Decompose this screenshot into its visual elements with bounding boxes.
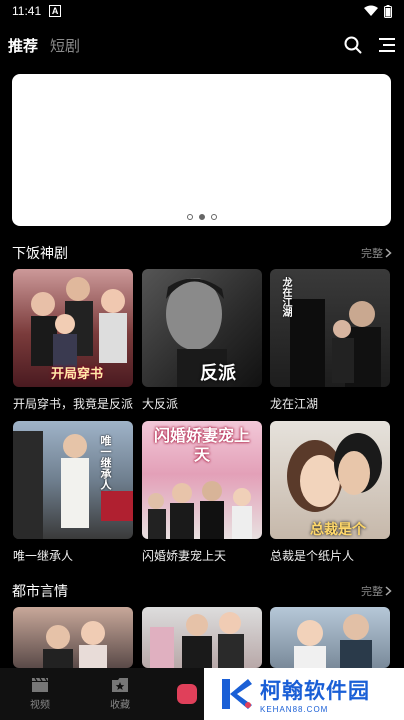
wifi-icon: [364, 5, 378, 16]
bottom-nav-video[interactable]: 视频: [0, 668, 80, 720]
menu-icon[interactable]: [378, 37, 396, 53]
tab-short-drama[interactable]: 短剧: [50, 35, 80, 56]
status-time: 11:41: [12, 4, 42, 18]
poster-title-text: 总裁是个: [310, 521, 366, 537]
battery-icon: [384, 4, 392, 18]
more-label: 完整: [361, 586, 383, 598]
bottom-nav-favorites[interactable]: 收藏: [80, 668, 160, 720]
tab-recommend[interactable]: 推荐: [8, 35, 38, 56]
drama-title[interactable]: 大反派: [142, 395, 262, 412]
poster-title-text: 反派: [200, 363, 236, 383]
drama-poster[interactable]: 唯一继承人: [13, 421, 133, 539]
poster-title-text: 唯一继承人: [99, 435, 111, 490]
section-more-link[interactable]: 完整: [361, 583, 392, 599]
clapper-icon: [32, 677, 48, 692]
drama-poster[interactable]: [142, 607, 262, 668]
poster-title-text: 闪婚娇妻宠上天: [153, 428, 250, 464]
carousel-dot[interactable]: [186, 214, 193, 220]
watermark-title: 柯翰软件园: [260, 679, 370, 703]
drama-title[interactable]: 龙在江湖: [270, 395, 390, 412]
drama-card[interactable]: 闪婚娇妻宠上天 闪婚娇妻宠上天: [142, 421, 262, 564]
section-title: 都市言情: [12, 583, 68, 599]
chevron-right-icon: [385, 248, 392, 258]
kehan-logo-icon: [222, 679, 252, 709]
watermark-url: KEHAN88.COM: [260, 704, 329, 714]
bottom-nav-label: 视频: [30, 700, 50, 711]
carousel-dots: [12, 214, 391, 220]
poster-title-text: 开局穿书: [51, 366, 104, 381]
star-folder-icon: [112, 678, 128, 692]
top-nav: 推荐 短剧: [0, 30, 404, 60]
drama-poster[interactable]: [270, 607, 390, 668]
drama-card[interactable]: [270, 607, 390, 668]
search-icon[interactable]: [344, 36, 362, 54]
section-header-2: 都市言情 完整: [12, 581, 392, 601]
carousel-dot[interactable]: [210, 214, 217, 220]
chevron-right-icon: [385, 586, 392, 596]
drama-card[interactable]: 总裁是个 总裁是个纸片人: [270, 421, 390, 564]
drama-card[interactable]: 龙在江湖 龙在江湖: [270, 269, 390, 412]
more-label: 完整: [361, 248, 383, 260]
banner-carousel[interactable]: [12, 74, 391, 226]
drama-poster[interactable]: 开局穿书: [13, 269, 133, 387]
drama-title[interactable]: 总裁是个纸片人: [270, 547, 390, 564]
section-more-link[interactable]: 完整: [361, 245, 392, 261]
drama-title[interactable]: 闪婚娇妻宠上天: [142, 547, 262, 564]
drama-poster[interactable]: 龙在江湖: [270, 269, 390, 387]
section-header-1: 下饭神剧 完整: [12, 243, 392, 263]
drama-card[interactable]: [142, 607, 262, 668]
drama-poster[interactable]: 闪婚娇妻宠上天: [142, 421, 262, 539]
notification-a-icon: A: [49, 5, 62, 17]
carousel-dot-active[interactable]: [198, 214, 205, 220]
poster-title-text: 龙在江湖: [280, 277, 291, 317]
watermark-logo: 柯翰软件园 KEHAN88.COM: [204, 668, 404, 720]
center-tab-icon: [177, 684, 197, 704]
drama-title[interactable]: 唯一继承人: [13, 547, 133, 564]
drama-title[interactable]: 开局穿书，我竟是反派: [13, 395, 133, 412]
drama-card[interactable]: 开局穿书 开局穿书，我竟是反派: [13, 269, 133, 412]
status-bar: 11:41 A: [0, 0, 404, 22]
bottom-nav-label: 收藏: [110, 700, 130, 711]
drama-poster[interactable]: 反派: [142, 269, 262, 387]
section-title: 下饭神剧: [12, 245, 68, 261]
drama-poster[interactable]: 总裁是个: [270, 421, 390, 539]
drama-poster[interactable]: [13, 607, 133, 668]
drama-card[interactable]: [13, 607, 133, 668]
drama-card[interactable]: 反派 大反派: [142, 269, 262, 412]
drama-card[interactable]: 唯一继承人 唯一继承人: [13, 421, 133, 564]
